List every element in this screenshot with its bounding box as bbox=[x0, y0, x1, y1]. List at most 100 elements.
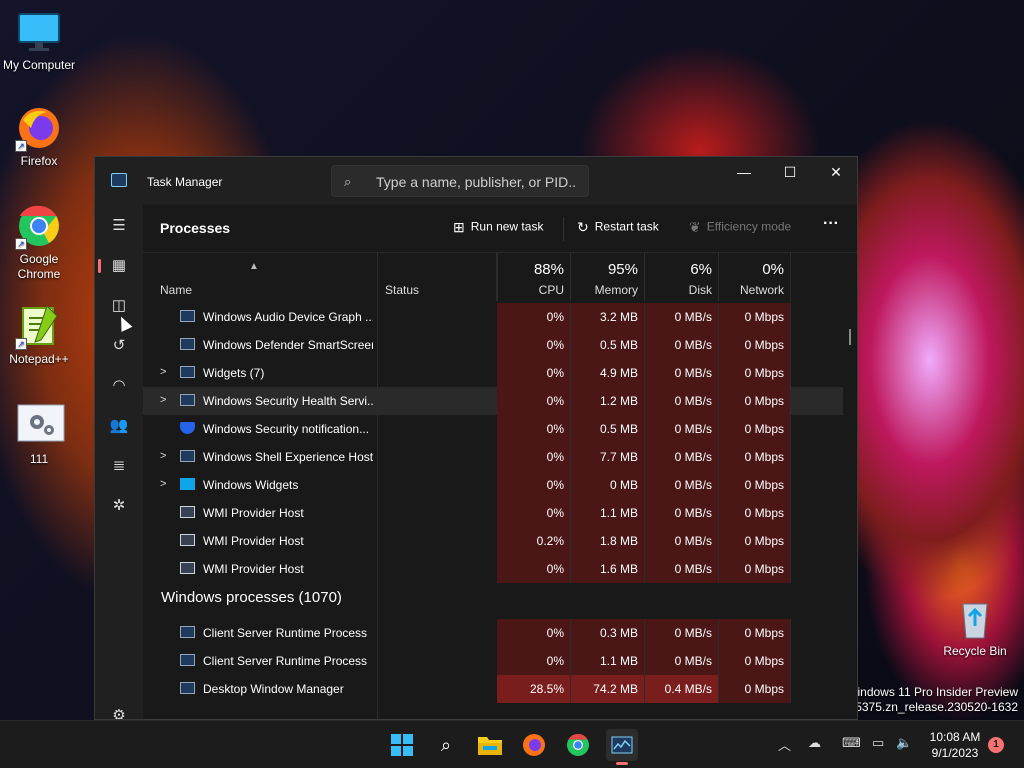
efficiency-mode-button[interactable]: ❦ Efficiency mode bbox=[689, 219, 791, 236]
group-header[interactable]: Windows processes (1070) bbox=[143, 583, 843, 619]
minimize-button[interactable]: — bbox=[721, 157, 767, 187]
cell-cpu: 0% bbox=[497, 303, 571, 331]
cell-net: 0 Mbps bbox=[719, 527, 791, 555]
table-row[interactable]: > Windows Widgets 0% 0 MB 0 MB/s 0 Mbps bbox=[143, 471, 843, 499]
table-row[interactable]: Client Server Runtime Process 0% 1.1 MB 0 M… bbox=[143, 647, 843, 675]
expand-chevron-icon[interactable]: > bbox=[160, 450, 166, 462]
cell-net: 0 Mbps bbox=[719, 359, 791, 387]
table-row[interactable]: Client Server Runtime Process 0% 0.3 MB 0 M… bbox=[143, 619, 843, 647]
volume-icon[interactable]: 🔈 bbox=[896, 735, 912, 751]
table-row[interactable]: WMI Provider Host 0% 1.1 MB 0 MB/s 0 Mbps bbox=[143, 499, 843, 527]
start-button[interactable] bbox=[386, 729, 418, 761]
users-nav-icon[interactable]: 👥 bbox=[101, 409, 137, 443]
show-hidden-icons-chevron-icon[interactable]: ︿ bbox=[778, 735, 791, 754]
search-taskbar-icon[interactable]: ⌕ bbox=[430, 729, 462, 761]
sort-up-icon: ▲ bbox=[249, 261, 259, 272]
desktop-icon-recycle-bin[interactable]: Recycle Bin bbox=[937, 596, 1013, 658]
cell-disk: 0 MB/s bbox=[645, 443, 719, 471]
table-row[interactable]: > Windows Security Health Servi... 0% 1.2 M… bbox=[143, 387, 843, 415]
keyboard-icon[interactable]: ⌨ bbox=[842, 735, 861, 751]
nav-sidebar: ☰ ▦ ◫ ↺ ◠ 👥 ≣ ✲ ⚙ bbox=[95, 205, 143, 719]
processes-nav-icon[interactable]: ▦ bbox=[98, 249, 137, 283]
cell-net: 0 Mbps bbox=[719, 471, 791, 499]
search-box[interactable]: ⌕ bbox=[331, 165, 589, 197]
table-row[interactable]: WMI Provider Host 0% 1.6 MB 0 MB/s 0 Mbps bbox=[143, 555, 843, 583]
desktop-icon-notepadpp[interactable]: ↗ Notepad++ bbox=[1, 304, 77, 366]
process-name: Windows Widgets bbox=[203, 478, 299, 492]
column-header-name[interactable]: Name bbox=[160, 283, 192, 297]
process-name: Windows Security Health Servi... bbox=[203, 394, 373, 408]
cell-disk: 0 MB/s bbox=[645, 647, 719, 675]
file-explorer-icon[interactable] bbox=[474, 729, 506, 761]
process-icon bbox=[180, 534, 195, 546]
desktop-icon-chrome[interactable]: ↗ Google Chrome bbox=[1, 204, 77, 282]
notification-badge[interactable]: 1 bbox=[988, 737, 1004, 753]
details-nav-icon[interactable]: ≣ bbox=[101, 449, 137, 483]
cell-disk: 0 MB/s bbox=[645, 303, 719, 331]
cell-mem: 7.7 MB bbox=[571, 443, 645, 471]
table-row[interactable]: > Widgets (7) 0% 4.9 MB 0 MB/s 0 Mbps bbox=[143, 359, 843, 387]
table-row[interactable]: WMI Provider Host 0.2% 1.8 MB 0 MB/s 0 Mbps bbox=[143, 527, 843, 555]
close-button[interactable]: ✕ bbox=[813, 157, 857, 187]
table-row[interactable]: Desktop Window Manager 28.5% 74.2 MB 0.4 MB… bbox=[143, 675, 843, 703]
onedrive-offline-icon[interactable]: ☁ bbox=[808, 735, 821, 751]
desktop-icon-111[interactable]: 111 bbox=[1, 404, 77, 466]
column-header-cpu[interactable]: 88% CPU bbox=[497, 253, 571, 301]
watermark-line2: d 25375.zn_release.230520-1632 bbox=[838, 700, 1018, 714]
taskbar: ⌕ ︿ ☁ ⌨ ▭ 🔈 10:08 AM 9/1/2023 1 bbox=[0, 720, 1024, 768]
cell-disk: 0.4 MB/s bbox=[645, 675, 719, 703]
maximize-button[interactable]: ☐ bbox=[767, 157, 813, 187]
restart-icon: ↻ bbox=[577, 219, 589, 235]
expand-chevron-icon[interactable]: > bbox=[160, 394, 166, 406]
task-manager-taskbar-icon[interactable] bbox=[606, 729, 638, 765]
hamburger-menu-icon[interactable]: ☰ bbox=[101, 209, 137, 243]
firefox-taskbar-icon[interactable] bbox=[518, 729, 550, 761]
column-header-network[interactable]: 0% Network bbox=[719, 253, 791, 301]
settings-gear-icon[interactable]: ⚙ bbox=[101, 699, 137, 719]
cell-disk: 0 MB/s bbox=[645, 527, 719, 555]
process-list: Windows Audio Device Graph ... 0% 3.2 MB 0 … bbox=[143, 301, 843, 719]
column-header-disk[interactable]: 6% Disk bbox=[645, 253, 719, 301]
table-row[interactable]: Windows Security notification... 0% 0.5 MB… bbox=[143, 415, 843, 443]
cell-net: 0 Mbps bbox=[719, 675, 791, 703]
scrollbar-thumb[interactable] bbox=[849, 329, 851, 345]
recycle-bin-icon bbox=[953, 596, 997, 640]
cell-mem: 1.2 MB bbox=[571, 387, 645, 415]
cell-net: 0 Mbps bbox=[719, 499, 791, 527]
cell-cpu: 0.2% bbox=[497, 527, 571, 555]
network-icon[interactable]: ▭ bbox=[872, 735, 884, 751]
column-header-memory[interactable]: 95% Memory bbox=[571, 253, 645, 301]
cell-disk: 0 MB/s bbox=[645, 387, 719, 415]
cell-net: 0 Mbps bbox=[719, 415, 791, 443]
title-bar[interactable]: Task Manager ⌕ — ☐ ✕ bbox=[95, 157, 857, 205]
desktop-icon-label: My Computer bbox=[2, 58, 76, 72]
process-icon bbox=[180, 338, 195, 350]
windows-logo-icon bbox=[391, 734, 413, 756]
desktop-icon-firefox[interactable]: ↗ Firefox bbox=[1, 106, 77, 168]
restart-task-button[interactable]: ↻ Restart task bbox=[577, 219, 659, 236]
search-input[interactable] bbox=[376, 172, 576, 192]
window-title: Task Manager bbox=[147, 175, 223, 189]
table-row[interactable]: Windows Audio Device Graph ... 0% 3.2 MB 0 … bbox=[143, 303, 843, 331]
chrome-taskbar-icon[interactable] bbox=[562, 729, 594, 761]
process-icon bbox=[180, 310, 195, 322]
monitor-icon bbox=[17, 10, 61, 54]
more-options-icon[interactable]: ··· bbox=[823, 215, 839, 233]
run-new-task-button[interactable]: ⊞ Run new task bbox=[453, 219, 543, 236]
clock[interactable]: 10:08 AM 9/1/2023 bbox=[920, 729, 990, 761]
app-history-nav-icon[interactable]: ↺ bbox=[101, 329, 137, 363]
expand-chevron-icon[interactable]: > bbox=[160, 478, 166, 490]
table-row[interactable]: > Windows Shell Experience Host 0% 7.7 MB 0 … bbox=[143, 443, 843, 471]
shortcut-arrow-icon: ↗ bbox=[15, 140, 27, 152]
expand-chevron-icon[interactable]: > bbox=[160, 366, 166, 378]
task-manager-app-icon bbox=[111, 173, 127, 187]
services-nav-icon[interactable]: ✲ bbox=[101, 489, 137, 523]
desktop-icon-my-computer[interactable]: My Computer bbox=[1, 10, 77, 72]
process-icon bbox=[180, 478, 195, 490]
cell-cpu: 0% bbox=[497, 443, 571, 471]
table-row[interactable]: Windows Defender SmartScreen 0% 0.5 MB 0 MB… bbox=[143, 331, 843, 359]
cell-disk: 0 MB/s bbox=[645, 415, 719, 443]
cell-mem: 0 MB bbox=[571, 471, 645, 499]
process-name: Windows Audio Device Graph ... bbox=[203, 310, 373, 324]
startup-apps-nav-icon[interactable]: ◠ bbox=[101, 369, 137, 403]
